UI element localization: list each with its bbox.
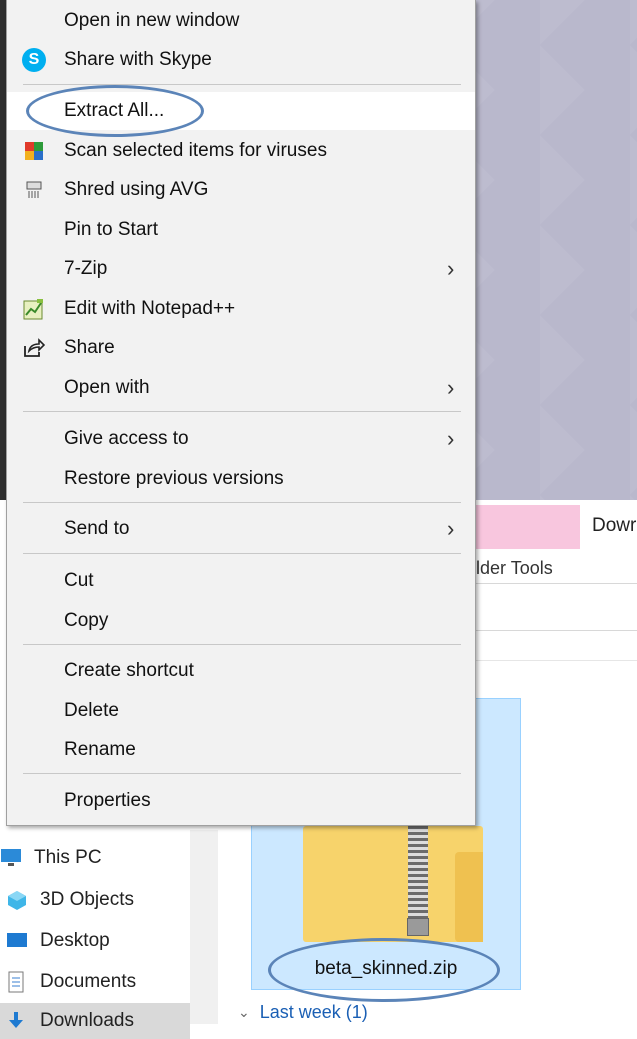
annotation-ellipse-extract-all bbox=[26, 85, 204, 137]
nav-item-label: This PC bbox=[34, 847, 102, 868]
notepadpp-icon bbox=[21, 296, 47, 322]
menu-item-label: Create shortcut bbox=[64, 660, 194, 681]
menu-item-label: Open in new window bbox=[64, 10, 240, 31]
menu-item-label: Delete bbox=[64, 700, 119, 721]
menu-item-label: Scan selected items for viruses bbox=[64, 140, 327, 161]
chevron-right-icon: › bbox=[447, 426, 455, 451]
nav-item-label: Documents bbox=[40, 971, 137, 992]
menu-separator bbox=[23, 411, 461, 412]
zipper-pull-icon bbox=[407, 918, 429, 936]
nav-pane-scrollbar[interactable] bbox=[190, 830, 218, 1024]
menu-item-properties[interactable]: Properties bbox=[7, 782, 475, 820]
menu-item-label: Share with Skype bbox=[64, 49, 212, 70]
divider bbox=[470, 583, 637, 584]
nav-item-3d-objects[interactable]: 3D Objects bbox=[6, 882, 134, 918]
annotation-ellipse-filename bbox=[268, 938, 500, 1002]
menu-separator bbox=[23, 502, 461, 503]
nav-item-downloads[interactable]: Downloads bbox=[0, 1003, 190, 1039]
nav-item-desktop[interactable]: Desktop bbox=[6, 923, 110, 959]
menu-item-label: Rename bbox=[64, 739, 136, 760]
downloads-icon bbox=[6, 1010, 32, 1032]
ribbon-tab-downloads[interactable]: Dowr bbox=[592, 515, 636, 537]
menu-item-create-shortcut[interactable]: Create shortcut bbox=[7, 652, 475, 690]
divider bbox=[470, 660, 637, 661]
menu-item-send-to[interactable]: Send to › bbox=[7, 510, 475, 548]
chevron-right-icon: › bbox=[447, 375, 455, 400]
menu-item-label: Properties bbox=[64, 790, 151, 811]
menu-item-restore-versions[interactable]: Restore previous versions bbox=[7, 460, 475, 498]
menu-item-7zip[interactable]: 7-Zip › bbox=[7, 250, 475, 288]
menu-item-label: Pin to Start bbox=[64, 219, 158, 240]
menu-item-cut[interactable]: Cut bbox=[7, 562, 475, 600]
chevron-right-icon: › bbox=[447, 256, 455, 281]
group-header-label: Last week (1) bbox=[259, 1002, 368, 1022]
menu-item-open-with[interactable]: Open with › bbox=[7, 369, 475, 407]
avg-scan-icon bbox=[21, 138, 47, 164]
zip-folder-icon-flap bbox=[455, 852, 483, 942]
shredder-icon bbox=[21, 177, 47, 203]
menu-item-label: Share bbox=[64, 337, 115, 358]
menu-item-pin-to-start[interactable]: Pin to Start bbox=[7, 211, 475, 249]
ribbon-folder-tools: lder Tools bbox=[476, 558, 553, 578]
menu-item-label: Shred using AVG bbox=[64, 179, 209, 200]
menu-item-label: Copy bbox=[64, 610, 109, 631]
share-icon bbox=[21, 335, 47, 361]
menu-item-shred-avg[interactable]: Shred using AVG bbox=[7, 171, 475, 209]
desktop-icon bbox=[6, 930, 32, 952]
menu-item-label: Edit with Notepad++ bbox=[64, 298, 236, 319]
nav-item-documents[interactable]: Documents bbox=[6, 964, 136, 1000]
menu-item-rename[interactable]: Rename bbox=[7, 731, 475, 769]
menu-item-edit-notepadpp[interactable]: Edit with Notepad++ bbox=[7, 290, 475, 328]
menu-item-delete[interactable]: Delete bbox=[7, 692, 475, 730]
ribbon-tab-manage[interactable]: t bbox=[460, 505, 580, 549]
menu-item-share-skype[interactable]: S Share with Skype bbox=[7, 41, 475, 79]
menu-item-open-new-window[interactable]: Open in new window bbox=[7, 2, 475, 40]
nav-item-label: Desktop bbox=[40, 930, 110, 951]
nav-item-label: 3D Objects bbox=[40, 889, 134, 910]
menu-item-label: Give access to bbox=[64, 428, 189, 449]
nav-item-label: Downloads bbox=[40, 1010, 134, 1031]
menu-item-copy[interactable]: Copy bbox=[7, 602, 475, 640]
menu-item-scan-viruses[interactable]: Scan selected items for viruses bbox=[7, 132, 475, 170]
menu-item-label: Open with bbox=[64, 377, 150, 398]
menu-separator bbox=[23, 644, 461, 645]
documents-icon bbox=[6, 971, 32, 993]
menu-separator bbox=[23, 84, 461, 85]
menu-item-label: Cut bbox=[64, 570, 94, 591]
menu-item-label: 7-Zip bbox=[64, 258, 108, 279]
group-header[interactable]: ⌄ Last week (1) bbox=[238, 1002, 368, 1023]
chevron-right-icon: › bbox=[447, 516, 455, 541]
menu-separator bbox=[23, 773, 461, 774]
zipper-icon bbox=[408, 826, 428, 932]
divider bbox=[470, 630, 637, 631]
menu-separator bbox=[23, 553, 461, 554]
menu-item-share[interactable]: Share bbox=[7, 329, 475, 367]
chevron-down-icon: ⌄ bbox=[238, 1004, 250, 1020]
skype-icon: S bbox=[21, 47, 47, 73]
pc-icon bbox=[0, 847, 26, 869]
3d-objects-icon bbox=[6, 889, 32, 911]
menu-item-label: Send to bbox=[64, 518, 130, 539]
menu-item-label: Restore previous versions bbox=[64, 468, 284, 489]
menu-item-give-access[interactable]: Give access to › bbox=[7, 420, 475, 458]
nav-item-this-pc[interactable]: This PC bbox=[0, 840, 102, 876]
